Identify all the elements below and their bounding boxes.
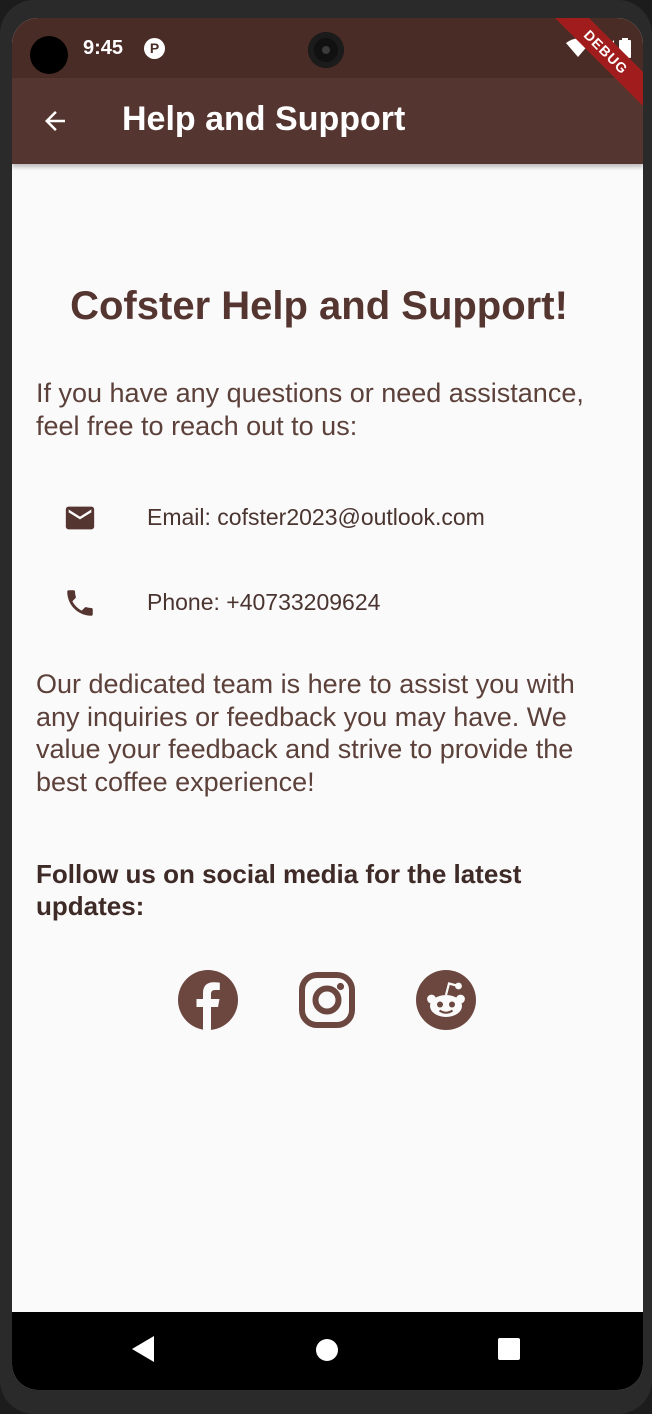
facebook-icon[interactable] [178, 970, 238, 1030]
front-camera [308, 32, 344, 68]
support-description: Our dedicated team is here to assist you… [36, 669, 575, 797]
nav-home-button[interactable] [315, 1338, 339, 1367]
back-button[interactable] [36, 102, 74, 140]
email-text[interactable]: Email: cofster2023@outlook.com [147, 504, 485, 531]
notification-app-icon: P [144, 38, 165, 59]
device-frame: 9:45 P Help and Support DEBUG Cofster He… [0, 0, 652, 1414]
follow-heading: Follow us on social media for the latest… [36, 859, 522, 921]
app-bar: Help and Support [12, 78, 643, 164]
reddit-icon[interactable] [416, 970, 476, 1030]
intro-text: If you have any questions or need assist… [36, 378, 584, 441]
camera-cutout [30, 36, 68, 74]
page-heading: Cofster Help and Support! [70, 284, 568, 328]
mail-icon[interactable] [62, 500, 98, 536]
social-links [12, 970, 643, 1032]
app-bar-title: Help and Support [122, 100, 406, 138]
nav-recents-button[interactable] [497, 1337, 521, 1366]
system-nav-bar [12, 1312, 643, 1390]
back-triangle-icon [132, 1336, 154, 1362]
phone-text[interactable]: Phone: +40733209624 [147, 589, 380, 616]
status-bar: 9:45 P [12, 18, 643, 78]
phone-icon[interactable] [62, 585, 98, 621]
phone-row[interactable]: Phone: +40733209624 [62, 585, 622, 625]
nav-back-button[interactable] [130, 1332, 156, 1371]
status-time: 9:45 [83, 37, 124, 59]
arrow-back-icon [45, 111, 65, 131]
email-row[interactable]: Email: cofster2023@outlook.com [62, 500, 622, 540]
instagram-icon[interactable] [297, 970, 357, 1030]
screen: 9:45 P Help and Support DEBUG Cofster He… [12, 18, 643, 1390]
home-circle-icon [316, 1339, 338, 1361]
recents-square-icon [498, 1338, 520, 1360]
